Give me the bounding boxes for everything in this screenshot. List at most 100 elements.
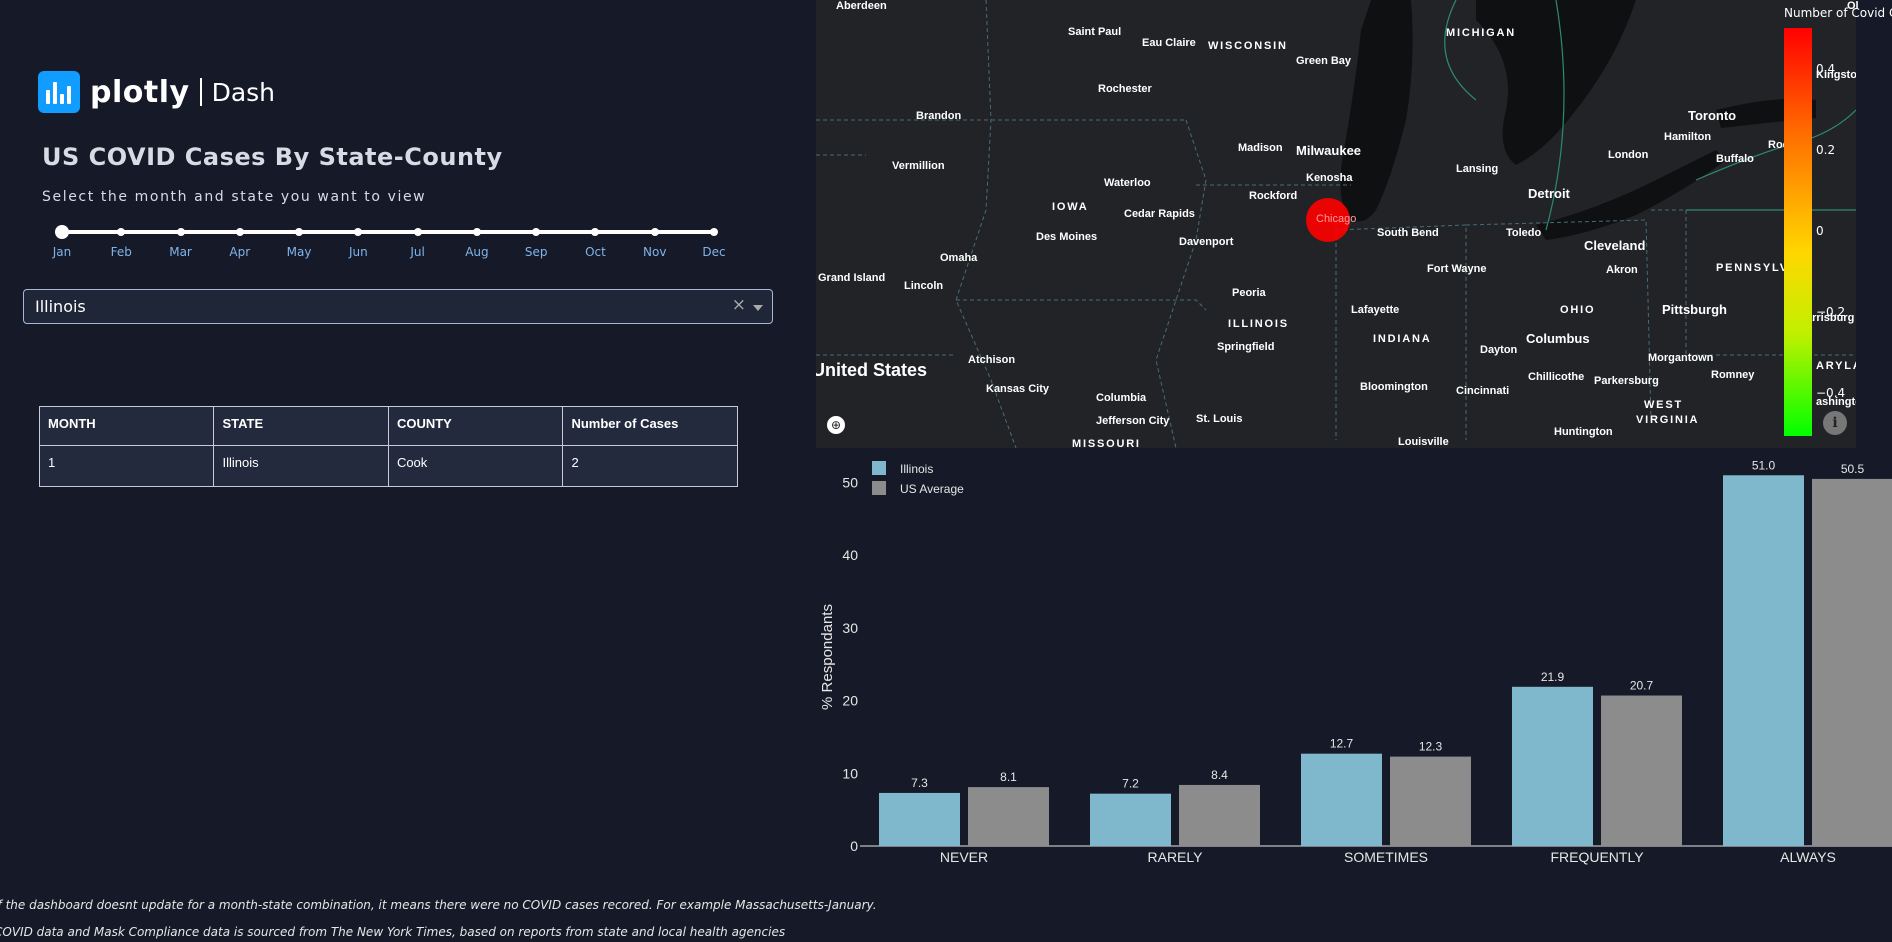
column-header-state[interactable]: STATE [213,406,389,446]
slider-label-feb[interactable]: Feb [111,245,132,259]
table-cell-month[interactable]: 1 [38,445,215,487]
slider-mark[interactable] [235,228,244,236]
map-city-label: London [1608,149,1649,161]
slider-label-dec[interactable]: Dec [702,245,725,259]
legend-swatch [872,461,886,475]
map-highlight-label: Chicago [1316,213,1357,225]
map-city-label: Lansing [1456,163,1499,175]
column-header-month[interactable]: MONTH [38,406,215,446]
map-city-label: Parkersburg [1594,375,1659,387]
footnote-source: COVID data and Mask Compliance data is s… [0,925,786,939]
map-city-label: Louisville [1398,436,1449,448]
slider-mark[interactable] [176,228,185,236]
map-city-label: Eau Claire [1142,37,1196,49]
map-state-label: IOWA [1052,201,1089,213]
slider-mark[interactable] [413,228,422,236]
slider-mark[interactable] [591,228,600,236]
y-tick-label: 20 [842,693,858,709]
slider-label-may[interactable]: May [287,245,312,259]
slider-track[interactable] [62,230,714,234]
slider-label-oct[interactable]: Oct [585,245,606,259]
slider-mark[interactable] [710,228,718,236]
slider-mark[interactable] [472,228,481,236]
table-cell-cases[interactable]: 2 [562,445,738,487]
info-icon[interactable]: i [1823,411,1847,435]
x-tick-label: RARELY [1148,849,1204,865]
map-city-label: Cincinnati [1456,385,1510,397]
map-city-label: Omaha [940,252,978,264]
slider-label-nov[interactable]: Nov [643,245,666,259]
map-city-label: Toledo [1506,227,1542,239]
bar-value-label: 8.1 [1000,770,1017,784]
bar-value-label: 12.3 [1419,740,1443,754]
slider-label-jul[interactable]: Jul [410,245,424,259]
covid-map[interactable]: Aberdeen Saint Paul Eau Claire Green Bay Roc… [816,0,1856,448]
table-row: 1 Illinois Cook 2 [38,445,738,487]
bar-value-label: 7.2 [1122,777,1139,791]
x-tick-label: ALWAYS [1780,849,1836,865]
bar-illinois [879,792,960,846]
column-header-cases[interactable]: Number of Cases [562,406,738,446]
map-state-label: INDIANA [1373,333,1432,345]
chevron-down-icon[interactable] [753,305,763,311]
clear-icon[interactable]: × [732,295,746,315]
map-city-label: Peoria [1232,287,1266,299]
table-cell-state[interactable]: Illinois [213,445,389,487]
slider-mark[interactable] [650,228,659,236]
legend-label: Illinois [900,462,933,476]
slider-label-sep[interactable]: Sep [525,245,548,259]
plotly-logo-icon [38,71,80,113]
map-city-label: South Bend [1377,227,1439,239]
bar-illinois [1090,793,1171,846]
map-state-label: WISCONSIN [1208,40,1288,52]
slider-mark[interactable] [117,228,126,236]
map-city-label: Pittsburgh [1662,302,1727,317]
bar-value-label: 12.7 [1330,737,1354,751]
map-city-label: Waterloo [1104,177,1151,189]
map-city-label: Columbia [1096,392,1147,404]
cases-table: MONTH STATE COUNTY Number of Cases 1 Ill… [38,406,738,487]
bar-value-label: 20.7 [1630,679,1654,693]
map-city-label: Cleveland [1584,238,1646,253]
slider-label-apr[interactable]: Apr [229,245,250,259]
bar-illinois [1301,753,1382,846]
y-tick-label: 50 [842,475,858,491]
slider-handle[interactable] [55,225,69,239]
map-city-label: Bloomington [1360,381,1428,393]
slider-label-jan[interactable]: Jan [53,245,72,259]
state-dropdown[interactable]: Illinois × [23,289,773,324]
footnote-no-data: If the dashboard doesnt update for a mon… [0,898,877,912]
map-city-label: Rockford [1249,190,1298,202]
month-slider[interactable]: Jan Feb Mar Apr May Jun Jul Aug Sep Oct Nov Dec [53,222,726,262]
page-subtitle: Select the month and state you want to v… [42,189,427,205]
logo-text: plotly [90,74,190,110]
table-cell-county[interactable]: Cook [387,445,564,487]
x-tick-label: FREQUENTLY [1550,849,1644,865]
map-state-label: MISSOURI [1072,438,1141,448]
bar-illinois [1512,686,1593,846]
slider-label-jun[interactable]: Jun [349,245,368,259]
map-city-label: Kansas City [986,383,1049,395]
map-city-label: Green Bay [1296,55,1352,67]
slider-mark[interactable] [354,228,363,236]
legend-swatch [872,481,886,495]
bar-value-label: 50.5 [1841,462,1865,476]
slider-label-aug[interactable]: Aug [465,245,488,259]
mask-compliance-chart[interactable]: 0 10 20 30 40 50 % Respondants 7.3 8.1 NEVER 7.2 8.… [816,448,1892,888]
column-header-county[interactable]: COUNTY [387,406,564,446]
geolocate-icon[interactable]: ⊕ [827,416,845,434]
x-tick-label: SOMETIMES [1344,849,1428,865]
slider-mark[interactable] [295,228,304,236]
slider-mark[interactable] [532,228,541,236]
map-state-label: VIRGINIA [1636,414,1700,426]
bar-us-average [1179,784,1260,846]
colorbar [1784,28,1812,436]
map-state-label: MICHIGAN [1446,27,1517,39]
map-city-label: Kenosha [1306,172,1353,184]
map-city-label: Detroit [1528,186,1570,201]
colorbar-tick: 0 [1816,224,1824,238]
bar-us-average [968,787,1049,846]
map-city-label: Columbus [1526,331,1590,346]
page-title: US COVID Cases By State-County [42,143,503,171]
slider-label-mar[interactable]: Mar [169,245,192,259]
